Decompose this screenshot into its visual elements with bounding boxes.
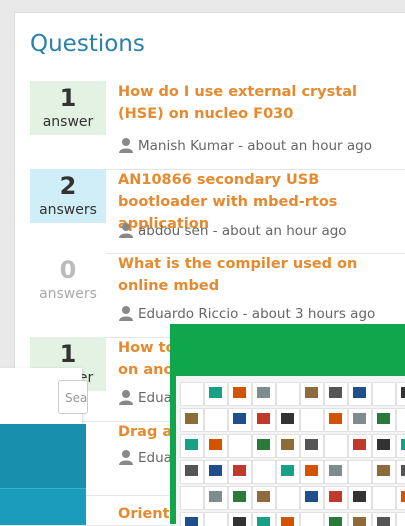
component-thumbnail[interactable] [300, 408, 324, 432]
component-thumbnail[interactable] [300, 486, 324, 510]
component-thumbnail[interactable] [324, 382, 348, 406]
component-thumbnail[interactable] [324, 460, 348, 484]
component-thumbnail[interactable] [252, 408, 276, 432]
component-thumbnail[interactable] [372, 434, 396, 458]
question-meta: Edua [118, 389, 172, 407]
answer-count: 2 answers [30, 169, 106, 223]
component-thumbnail[interactable] [276, 434, 300, 458]
component-thumbnail[interactable] [276, 408, 300, 432]
component-thumbnail[interactable] [180, 408, 204, 432]
user-icon [119, 450, 133, 465]
component-thumbnail[interactable] [324, 434, 348, 458]
question-meta: Eduardo Riccio - about 3 hours ago [118, 305, 375, 323]
component-thumbnail[interactable] [276, 460, 300, 484]
component-thumbnail[interactable] [348, 434, 372, 458]
question-item: 1 answer How do I use external crystal (… [30, 81, 405, 170]
user-icon [119, 390, 133, 405]
component-thumbnail[interactable] [396, 382, 405, 406]
component-thumbnail[interactable] [204, 408, 228, 432]
banner-strip [0, 488, 86, 525]
component-thumbnail[interactable] [228, 434, 252, 458]
component-thumbnail[interactable] [372, 382, 396, 406]
component-thumbnail[interactable] [228, 460, 252, 484]
component-thumbnail[interactable] [276, 486, 300, 510]
component-thumbnail[interactable] [348, 486, 372, 510]
component-thumbnail[interactable] [396, 460, 405, 484]
component-thumbnail[interactable] [372, 486, 396, 510]
component-thumbnail[interactable] [204, 486, 228, 510]
component-thumbnail[interactable] [252, 486, 276, 510]
component-thumbnail[interactable] [348, 382, 372, 406]
component-thumbnail[interactable] [228, 382, 252, 406]
component-thumbnail-grid [176, 376, 405, 526]
component-thumbnail[interactable] [252, 382, 276, 406]
component-thumbnail[interactable] [324, 408, 348, 432]
component-thumbnail[interactable] [252, 434, 276, 458]
question-meta: Edua [118, 449, 172, 467]
component-thumbnail[interactable] [396, 408, 405, 432]
components-card[interactable] [170, 324, 405, 526]
component-thumbnail[interactable] [396, 434, 405, 458]
component-thumbnail[interactable] [180, 382, 204, 406]
component-thumbnail[interactable] [372, 408, 396, 432]
component-thumbnail[interactable] [300, 382, 324, 406]
component-thumbnail[interactable] [252, 460, 276, 484]
user-icon [119, 223, 133, 238]
component-thumbnail[interactable] [180, 460, 204, 484]
component-thumbnail[interactable] [324, 486, 348, 510]
component-thumbnail[interactable] [180, 434, 204, 458]
question-meta: Manish Kumar - about an hour ago [118, 137, 372, 155]
component-thumbnail[interactable] [396, 486, 405, 510]
search-input[interactable]: Sea [58, 380, 88, 414]
component-thumbnail[interactable] [204, 460, 228, 484]
component-thumbnail[interactable] [348, 408, 372, 432]
answer-count: 0 answers [30, 253, 106, 307]
question-title-link[interactable]: What is the compiler used on online mbed [118, 253, 403, 297]
component-thumbnail[interactable] [228, 486, 252, 510]
user-icon [119, 306, 133, 321]
component-thumbnail[interactable] [228, 408, 252, 432]
question-title-link[interactable]: How do I use external crystal (HSE) on n… [118, 81, 403, 125]
component-thumbnail[interactable] [372, 460, 396, 484]
component-thumbnail[interactable] [300, 460, 324, 484]
component-thumbnail[interactable] [276, 382, 300, 406]
overlay-banner [0, 424, 86, 525]
answer-count: 1 answer [30, 81, 106, 135]
question-item: 2 answers AN10866 secondary USB bootload… [30, 169, 405, 254]
component-thumbnail[interactable] [348, 460, 372, 484]
component-thumbnail[interactable] [300, 434, 324, 458]
component-thumbnail[interactable] [180, 486, 204, 510]
component-thumbnail[interactable] [204, 434, 228, 458]
component-thumbnail[interactable] [204, 382, 228, 406]
panel-title: Questions [30, 31, 145, 57]
question-meta: abdou sen - about an hour ago [118, 222, 347, 240]
user-icon [119, 138, 133, 153]
